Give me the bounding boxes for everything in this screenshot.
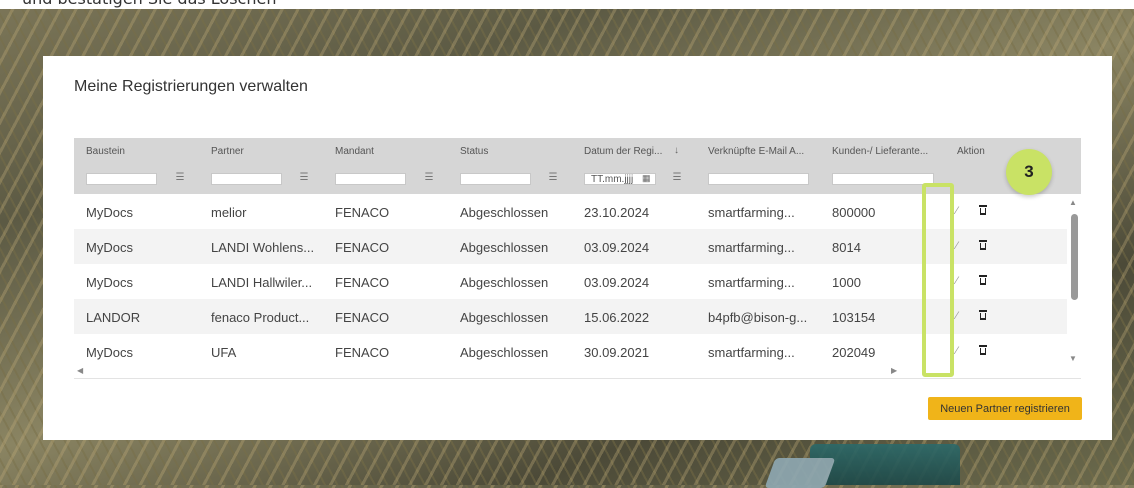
delete-icon[interactable]: [979, 205, 987, 215]
cell-kunde: 800000: [832, 205, 876, 220]
filter-input-status[interactable]: [460, 173, 531, 185]
cell-mandant: FENACO: [335, 205, 390, 220]
register-partner-button[interactable]: Neuen Partner registrieren: [928, 397, 1082, 420]
cell-kunde: 8014: [832, 240, 861, 255]
cell-kunde: 1000: [832, 275, 861, 290]
cell-kunde: 103154: [832, 310, 876, 325]
column-header-partner[interactable]: Partner: [211, 146, 244, 157]
filter-input-baustein[interactable]: [86, 173, 157, 185]
table-row[interactable]: MyDocs LANDI Hallwiler... FENACO Abgesch…: [74, 264, 1067, 299]
edit-icon[interactable]: ⁄: [956, 345, 958, 357]
column-header-email[interactable]: Verknüpfte E-Mail A...: [708, 146, 804, 157]
filter-icon[interactable]: ☰: [547, 171, 559, 185]
cell-email: smartfarming...: [708, 275, 795, 290]
cell-baustein: MyDocs: [86, 345, 133, 360]
delete-icon[interactable]: [979, 275, 987, 285]
column-header-datum[interactable]: Datum der Regi...: [584, 146, 662, 157]
filter-input-partner[interactable]: [211, 173, 282, 185]
instruction-caption: und bestätigen Sie das Löschen: [0, 0, 1134, 9]
cell-datum: 23.10.2024: [584, 205, 650, 220]
cell-mandant: FENACO: [335, 240, 390, 255]
cell-datum: 03.09.2024: [584, 240, 650, 255]
cell-partner: UFA: [211, 345, 237, 360]
cell-email: smartfarming...: [708, 240, 795, 255]
scroll-left-icon[interactable]: ◀: [77, 366, 83, 375]
edit-icon[interactable]: ⁄: [956, 310, 958, 322]
cell-kunde: 202049: [832, 345, 876, 360]
scroll-down-icon[interactable]: ▼: [1069, 354, 1077, 363]
column-header-kunde[interactable]: Kunden-/ Lieferante...: [832, 146, 928, 157]
step-badge: 3: [1006, 149, 1052, 195]
table-row[interactable]: MyDocs UFA FENACO Abgeschlossen 30.09.20…: [74, 334, 1067, 369]
cell-status: Abgeschlossen: [460, 345, 549, 360]
horizontal-scrollbar[interactable]: ◀ ▶: [74, 366, 1067, 378]
table-row[interactable]: MyDocs melior FENACO Abgeschlossen 23.10…: [74, 194, 1067, 229]
column-header-baustein[interactable]: Baustein: [86, 146, 125, 157]
table-row[interactable]: LANDOR fenaco Product... FENACO Abgeschl…: [74, 299, 1067, 334]
page-title: Meine Registrierungen verwalten: [74, 78, 308, 95]
column-header-aktion: Aktion: [957, 146, 985, 157]
calendar-icon[interactable]: ▦: [642, 173, 651, 184]
delete-icon[interactable]: [979, 310, 987, 320]
cell-partner: LANDI Hallwiler...: [211, 275, 313, 290]
delete-icon[interactable]: [979, 345, 987, 355]
cell-email: smartfarming...: [708, 205, 795, 220]
cell-baustein: MyDocs: [86, 275, 133, 290]
background-tractor: [810, 444, 960, 485]
filter-icon[interactable]: ☰: [671, 171, 683, 185]
vertical-scrollbar[interactable]: ▲ ▼: [1067, 194, 1081, 366]
filter-input-kunde[interactable]: [832, 173, 934, 185]
scrollbar-thumb[interactable]: [1071, 214, 1078, 300]
cell-status: Abgeschlossen: [460, 205, 549, 220]
sort-down-icon[interactable]: ↓: [674, 145, 679, 156]
filter-input-email[interactable]: [708, 173, 809, 185]
cell-mandant: FENACO: [335, 345, 390, 360]
cell-baustein: MyDocs: [86, 205, 133, 220]
delete-column-highlight: [922, 183, 954, 377]
edit-icon[interactable]: ⁄: [956, 240, 958, 252]
cell-baustein: LANDOR: [86, 310, 141, 325]
scroll-right-icon[interactable]: ▶: [891, 366, 897, 375]
filter-input-mandant[interactable]: [335, 173, 406, 185]
cell-mandant: FENACO: [335, 310, 390, 325]
cell-status: Abgeschlossen: [460, 240, 549, 255]
caption-text: und bestätigen Sie das Löschen: [22, 0, 276, 8]
cell-datum: 30.09.2021: [584, 345, 650, 360]
cell-status: Abgeschlossen: [460, 310, 549, 325]
filter-icon[interactable]: ☰: [423, 171, 435, 185]
cell-partner: melior: [211, 205, 247, 220]
column-header-status[interactable]: Status: [460, 146, 488, 157]
edit-icon[interactable]: ⁄: [956, 275, 958, 287]
filter-icon[interactable]: ☰: [174, 171, 186, 185]
cell-datum: 03.09.2024: [584, 275, 650, 290]
delete-icon[interactable]: [979, 240, 987, 250]
cell-status: Abgeschlossen: [460, 275, 549, 290]
cell-email: smartfarming...: [708, 345, 795, 360]
cell-datum: 15.06.2022: [584, 310, 650, 325]
cell-email: b4pfb@bison-g...: [708, 310, 808, 325]
column-header-mandant[interactable]: Mandant: [335, 146, 374, 157]
cell-partner: fenaco Product...: [211, 310, 310, 325]
cell-baustein: MyDocs: [86, 240, 133, 255]
cell-mandant: FENACO: [335, 275, 390, 290]
edit-icon[interactable]: ⁄: [956, 205, 958, 217]
scroll-up-icon[interactable]: ▲: [1069, 198, 1077, 207]
table-row[interactable]: MyDocs LANDI Wohlens... FENACO Abgeschlo…: [74, 229, 1067, 264]
cell-partner: LANDI Wohlens...: [211, 240, 315, 255]
filter-icon[interactable]: ☰: [298, 171, 310, 185]
